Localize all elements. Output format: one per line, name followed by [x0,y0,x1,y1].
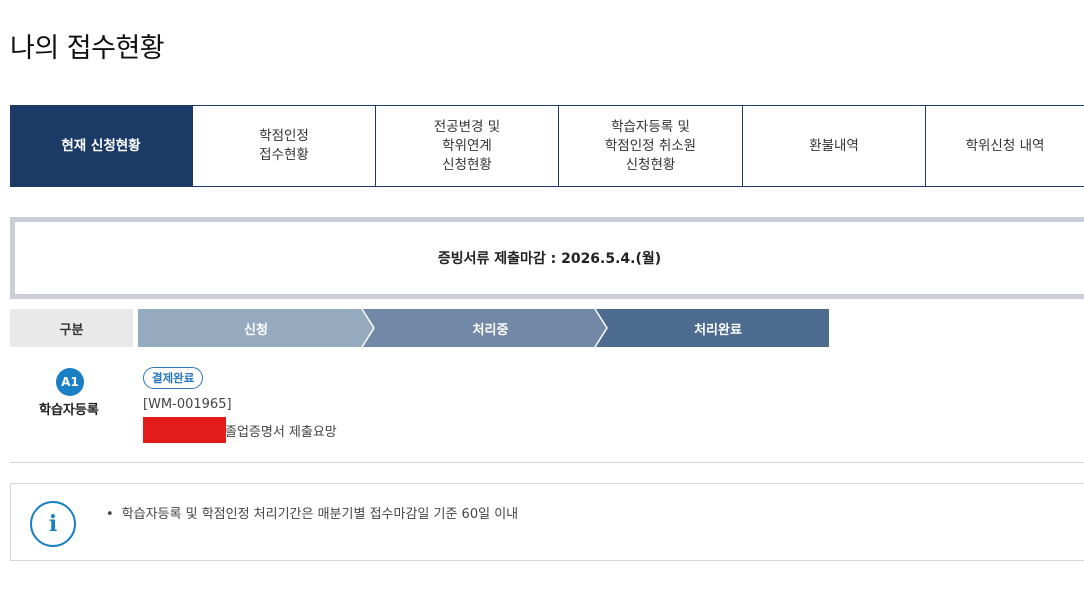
tab-bar: 현재 신청현황 학점인정 접수현황 전공변경 및 학위연계 신청현황 학습자등록… [10,105,1084,187]
step-processing: 처리중 [472,322,509,338]
tab-major-change[interactable]: 전공변경 및 학위연계 신청현황 [375,106,558,186]
tab-current-applications[interactable]: 현재 신청현황 [10,106,192,186]
document-number: [WM-001965] [143,397,232,412]
progress-steps: 구분 신청 처리중 처리완료 [10,309,829,347]
tab-credit-recognition[interactable]: 학점인정 접수현황 [192,106,375,186]
status-badge: 결제완료 [143,367,204,389]
document-request-message: 졸업증명서 제출요망 [225,425,337,440]
deadline-text: 증빙서류 제출마감 : 2026.5.4.(월) [437,251,662,267]
page-title: 나의 접수현황 [10,33,165,64]
info-icon: i [30,501,76,547]
step-apply: 신청 [244,322,268,338]
info-notice: i • 학습자등록 및 학점인정 처리기간은 매분기별 접수마감일 기준 60일 … [10,483,1084,561]
application-type: 학습자등록 [39,403,99,418]
deadline-notice: 증빙서류 제출마감 : 2026.5.4.(월) [10,217,1084,299]
bullet-icon: • [106,507,114,522]
redacted-area [143,417,226,443]
info-text: 학습자등록 및 학점인정 처리기간은 매분기별 접수마감일 기준 60일 이내 [121,507,519,522]
tab-refunds[interactable]: 환불내역 [742,106,925,186]
application-badge: A1 [56,368,84,396]
progress-header: 구분 [10,309,133,347]
tab-degree-applications[interactable]: 학위신청 내역 [925,106,1084,186]
tab-cancellation[interactable]: 학습자등록 및 학점인정 취소원 신청현황 [558,106,742,186]
application-row: A1 학습자등록 결제완료 [WM-001965] 졸업증명서 제출요망 [10,362,1084,463]
step-complete: 처리완료 [694,322,742,338]
